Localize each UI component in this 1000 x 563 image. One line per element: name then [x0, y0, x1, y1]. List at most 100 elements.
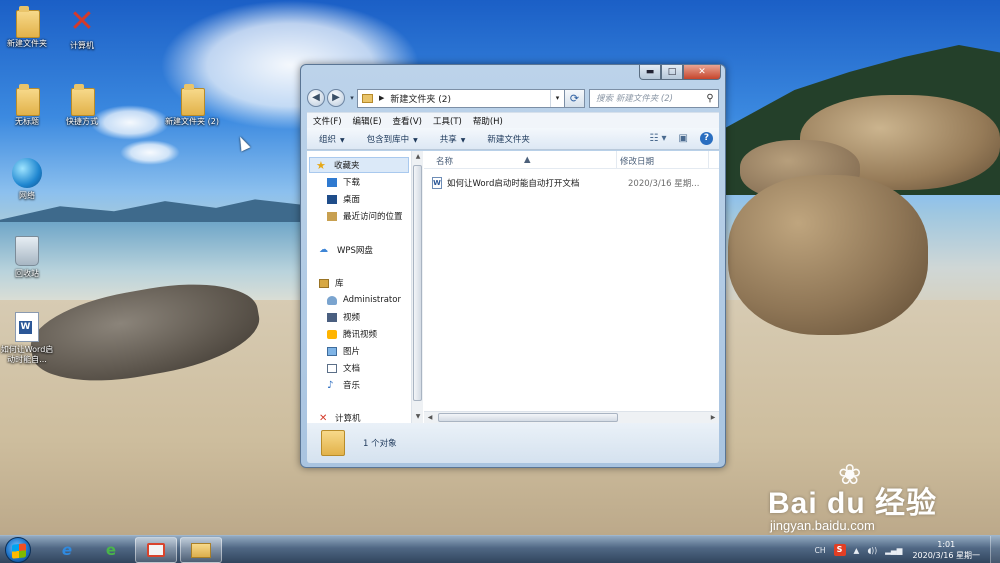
nav-item-administrator[interactable]: Administrator	[327, 292, 401, 308]
help-icon[interactable]: ?	[700, 132, 713, 145]
taskbar-recorder[interactable]	[135, 537, 177, 563]
include-in-library-button[interactable]: 包含到库中 ▼	[367, 133, 418, 145]
nav-label: WPS网盘	[337, 246, 373, 256]
file-date: 2020/3/16 星期...	[628, 179, 700, 189]
nav-item-wps[interactable]: ☁ WPS网盘	[319, 242, 373, 258]
taskbar-browser[interactable]: e	[90, 537, 132, 563]
nav-label: 计算机	[335, 414, 361, 423]
nav-label: 视频	[343, 313, 361, 323]
scroll-up-icon[interactable]: ▲	[412, 151, 424, 163]
nav-item-documents[interactable]: 文档	[327, 360, 360, 376]
show-desktop-button[interactable]	[990, 536, 1000, 563]
desktop-icon-network[interactable]: 网络	[0, 158, 57, 201]
nav-item-downloads[interactable]: 下载	[327, 174, 360, 190]
nav-item-pictures[interactable]: 图片	[327, 343, 360, 359]
close-button[interactable]: ✕	[683, 65, 721, 80]
menu-edit[interactable]: 编辑(E)	[353, 115, 382, 127]
recent-pages-dropdown[interactable]: ▾	[347, 94, 357, 102]
desktop-icon-word-document[interactable]: W 如何让Word启动时能自...	[0, 312, 57, 365]
nav-label: 腾讯视频	[343, 330, 378, 340]
browser-icon: e	[105, 541, 117, 559]
ime-icon[interactable]: S	[833, 544, 846, 556]
network-icon	[12, 158, 42, 188]
music-icon: ♪	[327, 379, 334, 391]
folder-icon	[179, 84, 205, 116]
view-options-icon[interactable]: ☷ ▾	[649, 133, 666, 144]
search-placeholder: 搜索 新建文件夹 (2)	[596, 94, 673, 104]
nav-scrollbar[interactable]: ▲ ▼	[411, 151, 423, 423]
windows-logo-icon	[12, 543, 26, 559]
desktop-icon-label: 新建文件夹	[7, 39, 47, 48]
nav-item-computer[interactable]: ✕ 计算机	[319, 410, 361, 423]
taskbar: e e CH S ▲ ◖)) ▂▄▆ 1:01 2020/3/16 星期一	[0, 535, 1000, 563]
menu-view[interactable]: 查看(V)	[393, 115, 422, 127]
scrollbar-thumb[interactable]	[413, 165, 422, 401]
horizontal-scrollbar[interactable]: ◀ ▶	[424, 411, 719, 423]
nav-item-libraries[interactable]: 库	[319, 275, 344, 291]
nav-label: Administrator	[343, 295, 401, 305]
nav-label: 最近访问的位置	[343, 212, 403, 222]
desktop-icon-recycle-bin[interactable]: 回收站	[0, 236, 57, 279]
watermark-url: jingyan.baidu.com	[770, 518, 875, 533]
language-indicator[interactable]: CH	[815, 546, 826, 555]
organize-button[interactable]: 组织 ▼	[319, 133, 345, 145]
explorer-icon	[191, 542, 211, 558]
taskbar-internet-explorer[interactable]: e	[46, 537, 88, 563]
content-area: ★ 收藏夹 下载 桌面 最近访问的位置 ☁ WPS网盘 库 Administrato…	[307, 151, 719, 423]
scrollbar-thumb[interactable]	[438, 413, 618, 422]
preview-pane-icon[interactable]: ▣	[679, 133, 688, 144]
taskbar-explorer[interactable]	[180, 537, 222, 563]
nav-label: 下载	[343, 178, 361, 188]
menu-tools[interactable]: 工具(T)	[433, 115, 462, 127]
search-icon[interactable]: ⚲	[702, 93, 718, 104]
desktop-icon-label: 无标题	[15, 117, 39, 126]
network-signal-icon[interactable]: ▂▄▆	[885, 546, 902, 555]
nav-item-favorites[interactable]: ★ 收藏夹	[309, 157, 409, 173]
scroll-down-icon[interactable]: ▼	[412, 411, 424, 423]
nav-item-videos[interactable]: 视频	[327, 309, 360, 325]
column-name[interactable]: 名称	[436, 155, 453, 167]
back-button[interactable]: ◀	[307, 89, 325, 107]
word-document-icon: W	[432, 177, 442, 189]
maximize-button[interactable]: □	[661, 65, 683, 80]
column-divider[interactable]	[616, 151, 617, 169]
address-path[interactable]: 新建文件夹 (2)	[390, 92, 451, 105]
refresh-button[interactable]: ⟳	[565, 88, 585, 108]
menu-help[interactable]: 帮助(H)	[473, 115, 503, 127]
nav-item-tencent-video[interactable]: 腾讯视频	[327, 326, 377, 342]
column-date[interactable]: 修改日期	[620, 155, 654, 167]
new-folder-button[interactable]: 新建文件夹	[487, 133, 530, 145]
show-hidden-icons-icon[interactable]: ▲	[854, 546, 860, 555]
user-icon	[327, 295, 337, 305]
start-button[interactable]	[5, 537, 31, 563]
column-headers: ▲ 名称 修改日期	[424, 151, 719, 169]
menu-file[interactable]: 文件(F)	[313, 115, 342, 127]
nav-item-recent[interactable]: 最近访问的位置	[327, 208, 403, 224]
view-controls: ☷ ▾ ▣ ?	[637, 132, 713, 145]
clock[interactable]: 1:01 2020/3/16 星期一	[912, 539, 980, 561]
address-dropdown-icon[interactable]: ▾	[550, 89, 564, 107]
forward-button[interactable]: ▶	[327, 89, 345, 107]
star-icon: ★	[316, 158, 326, 172]
address-bar[interactable]: ▶ 新建文件夹 (2) ▾	[357, 88, 565, 108]
object-count: 1 个对象	[363, 439, 397, 449]
menu-bar: 文件(F) 编辑(E) 查看(V) 工具(T) 帮助(H)	[307, 112, 719, 128]
desktop-icon-computer[interactable]: ✕ 计算机	[52, 6, 112, 51]
desktop-icon-untitled[interactable]: 无标题	[0, 84, 57, 127]
explorer-window: ▬ □ ✕ ◀ ▶ ▾ ▶ 新建文件夹 (2) ▾ ⟳ 搜索 新建文件夹 (2)…	[300, 64, 726, 468]
nav-item-desktop[interactable]: 桌面	[327, 191, 360, 207]
nav-item-music[interactable]: ♪ 音乐	[327, 377, 360, 393]
folder-icon	[362, 93, 373, 103]
search-input[interactable]: 搜索 新建文件夹 (2) ⚲	[589, 88, 719, 108]
desktop-icon-new-folder[interactable]: 新建文件夹	[0, 6, 57, 49]
desktop-icon-shortcut[interactable]: 快捷方式	[52, 84, 112, 127]
file-row[interactable]: W 如何让Word启动时能自动打开文档 2020/3/16 星期...	[432, 175, 719, 191]
volume-icon[interactable]: ◖))	[867, 546, 877, 555]
folder-icon	[14, 84, 40, 116]
breadcrumb-arrow-icon[interactable]: ▶	[379, 94, 384, 102]
minimize-button[interactable]: ▬	[639, 65, 661, 80]
desktop-icon-new-folder-2[interactable]: 新建文件夹 (2)	[162, 84, 222, 127]
details-pane: 1 个对象	[307, 423, 719, 463]
share-button[interactable]: 共享 ▼	[440, 133, 466, 145]
column-divider[interactable]	[708, 151, 709, 169]
